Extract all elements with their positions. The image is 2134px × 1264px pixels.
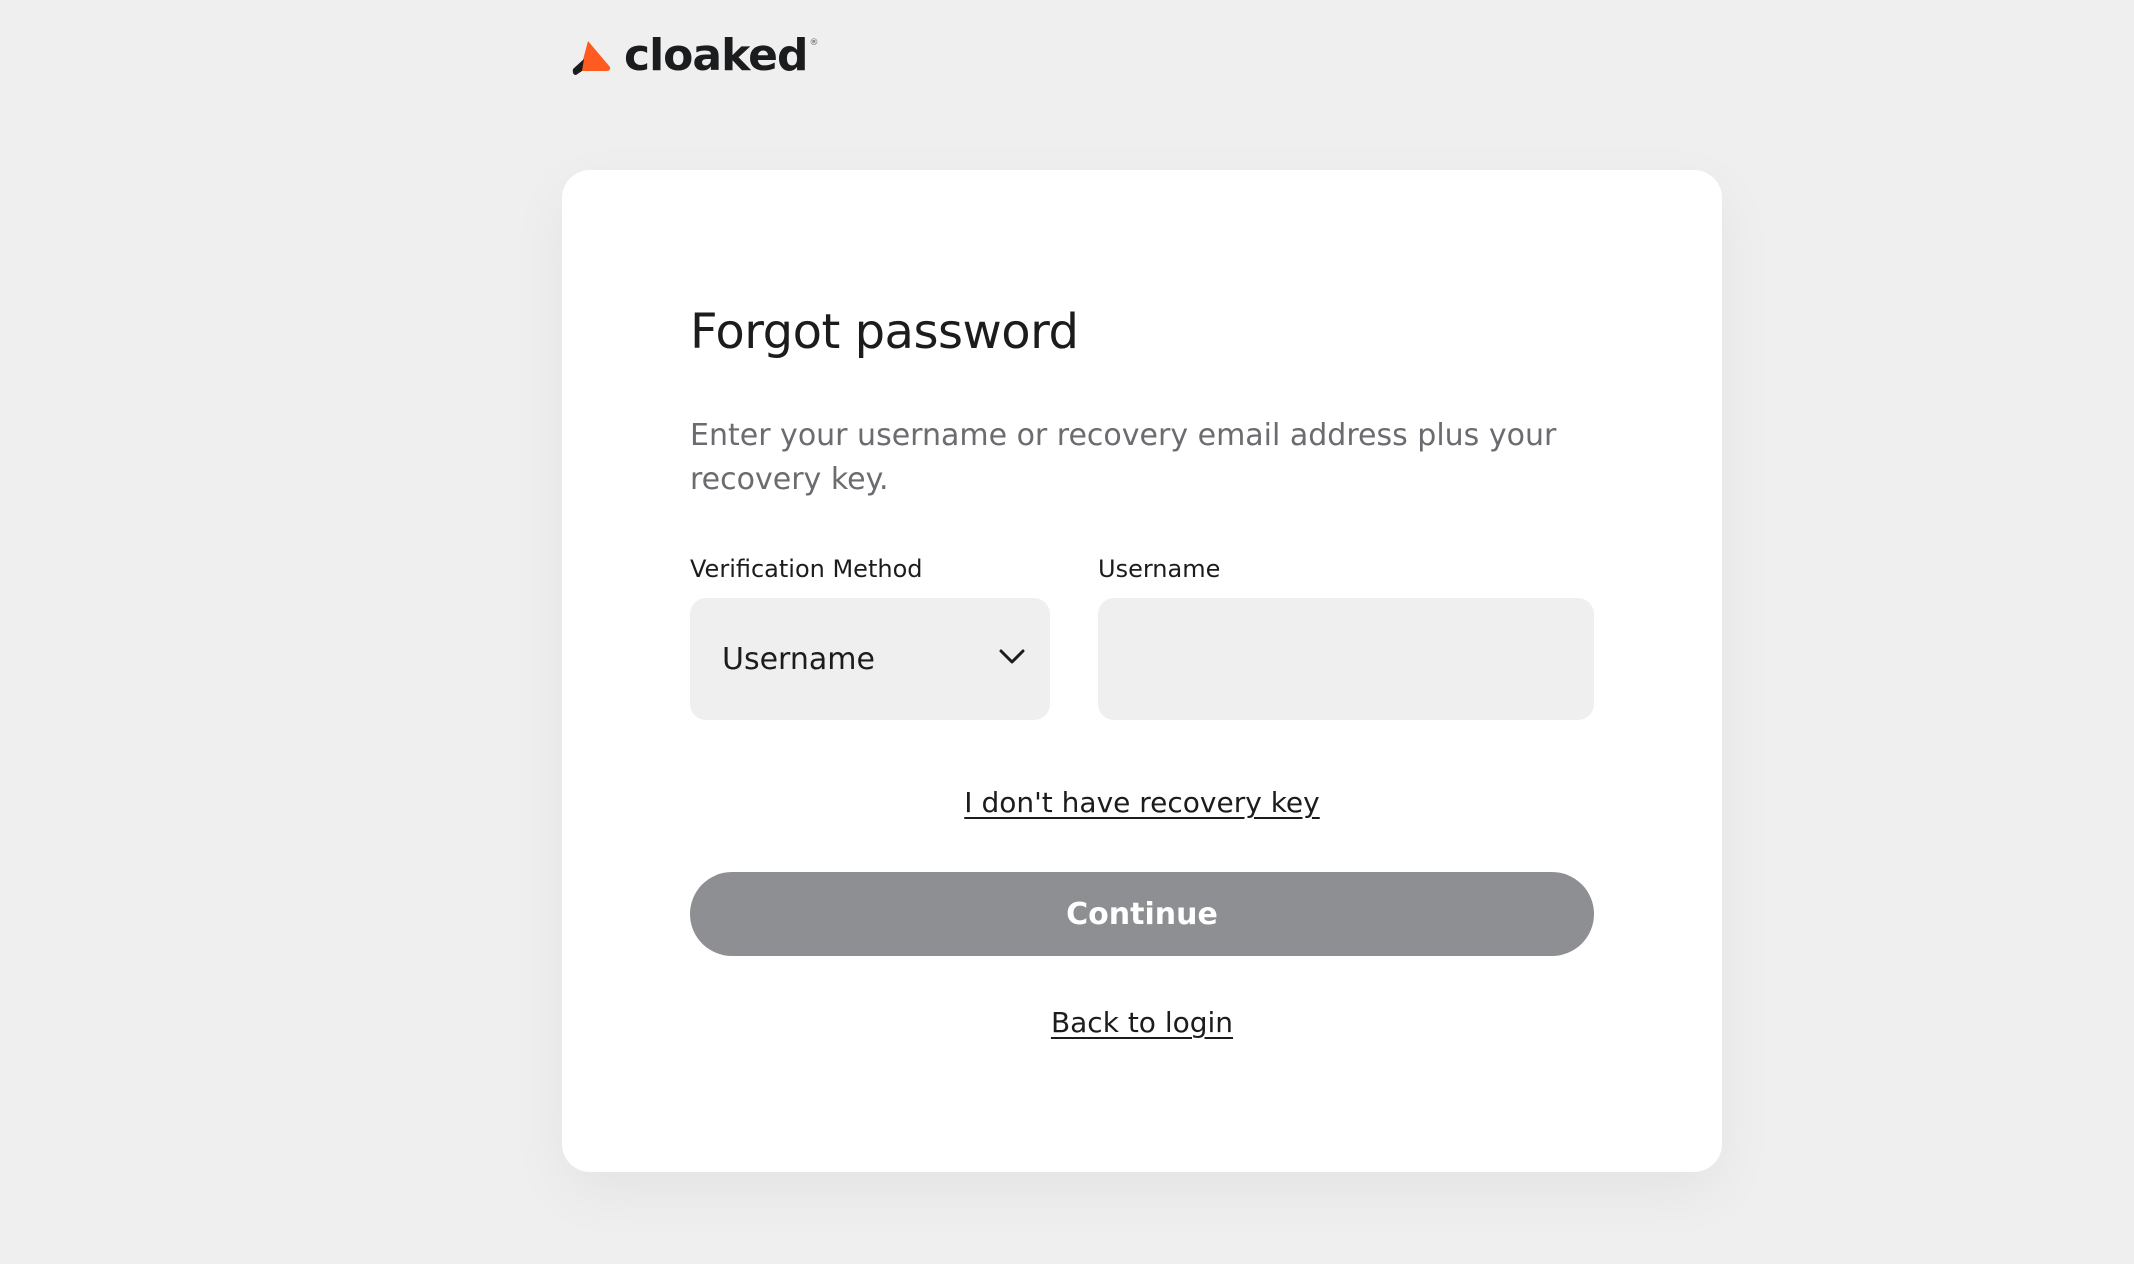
verification-method-value: Username bbox=[722, 641, 875, 677]
brand-logo[interactable]: cloaked ® bbox=[570, 34, 819, 78]
no-recovery-key-link[interactable]: I don't have recovery key bbox=[562, 786, 1722, 819]
chevron-down-icon bbox=[998, 648, 1026, 670]
verification-method-label: Verification Method bbox=[690, 555, 923, 583]
verification-method-select[interactable]: Username bbox=[690, 598, 1050, 720]
brand-name: cloaked bbox=[624, 30, 809, 81]
continue-button[interactable]: Continue bbox=[690, 872, 1594, 956]
form-description: Enter your username or recovery email ad… bbox=[690, 418, 1557, 497]
page-title: Forgot password bbox=[690, 304, 1079, 360]
forgot-password-card: Forgot password Enter your username or r… bbox=[562, 170, 1722, 1172]
back-to-login-link[interactable]: Back to login bbox=[562, 1006, 1722, 1039]
cloaked-logo-icon bbox=[570, 37, 616, 75]
username-label: Username bbox=[1098, 555, 1221, 583]
username-input[interactable] bbox=[1098, 598, 1594, 720]
registered-mark: ® bbox=[809, 38, 819, 48]
